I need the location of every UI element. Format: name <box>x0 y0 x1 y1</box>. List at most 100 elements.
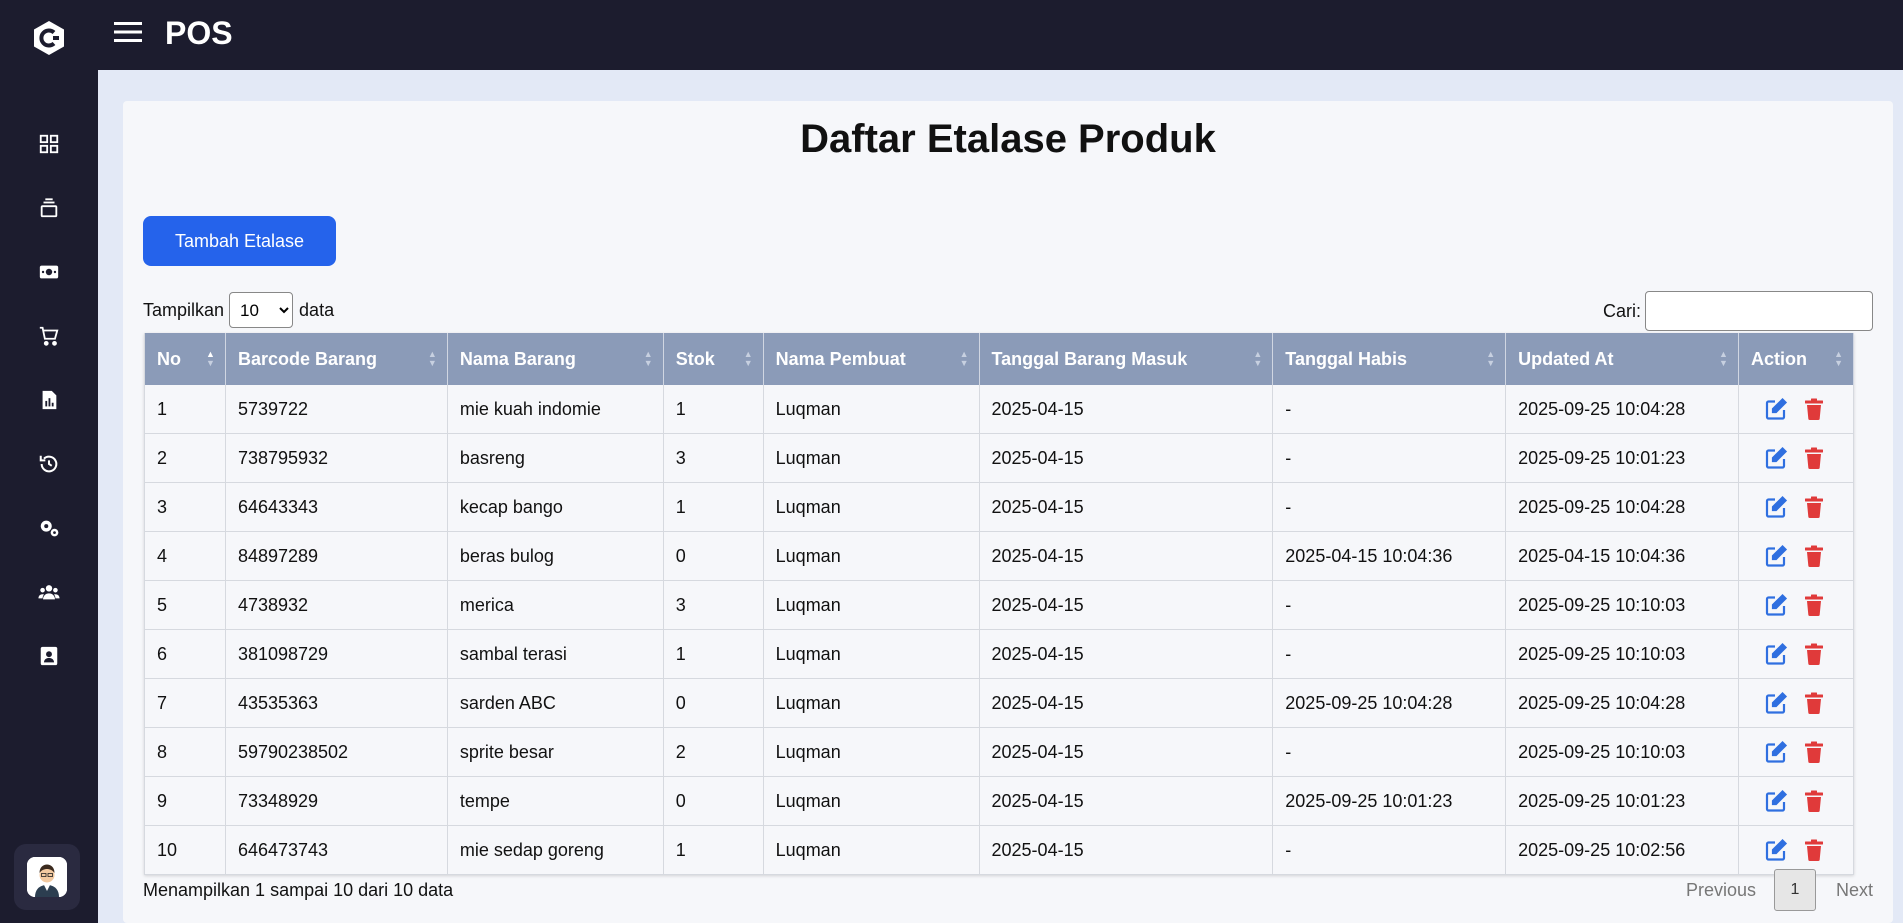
column-header-label: No <box>157 348 181 369</box>
table-row: 3 64643343 kecap bango 1 Luqman 2025-04-15-20… <box>144 482 1855 532</box>
table-cell: 2025-09-25 10:04:28 <box>1272 678 1507 728</box>
table-cell: - <box>1272 825 1507 875</box>
history-icon[interactable] <box>35 450 63 478</box>
table-cell: 3 <box>663 433 764 483</box>
topbar: POS <box>98 0 1903 70</box>
table-header-row: No ▲ ▼ Barcode Barang ▲ ▼ Nama Barang ▲ ▼ Stok ▲ ▼ N… <box>144 333 1855 385</box>
table-cell: 2025-04-15 <box>979 825 1274 875</box>
column-header-label: Tanggal Barang Masuk <box>991 348 1188 369</box>
add-etalase-button[interactable]: Tambah Etalase <box>143 216 336 266</box>
dashboard-icon[interactable] <box>35 130 63 158</box>
page-title: Daftar Etalase Produk <box>800 117 1216 161</box>
column-header[interactable]: Nama Barang ▲ ▼ <box>447 333 664 385</box>
edit-icon[interactable] <box>1764 593 1788 617</box>
edit-icon[interactable] <box>1764 544 1788 568</box>
table-cell: Luqman <box>763 727 980 777</box>
settings-icon[interactable] <box>35 514 63 542</box>
column-header[interactable]: Barcode Barang ▲ ▼ <box>225 333 448 385</box>
action-cell <box>1738 433 1855 483</box>
delete-icon[interactable] <box>1802 593 1826 617</box>
column-header-label: Tanggal Habis <box>1285 348 1407 369</box>
column-header[interactable]: No ▲ ▼ <box>144 333 226 385</box>
column-header[interactable]: Stok ▲ ▼ <box>663 333 764 385</box>
delete-icon[interactable] <box>1802 838 1826 862</box>
search-input[interactable] <box>1645 291 1873 331</box>
table-row: 10 646473743 mie sedap goreng 1 Luqman 2025-0… <box>144 825 1855 875</box>
table-cell: 1 <box>663 482 764 532</box>
table-cell: - <box>1272 433 1507 483</box>
delete-icon[interactable] <box>1802 397 1826 421</box>
column-header[interactable]: Tanggal Barang Masuk ▲ ▼ <box>979 333 1274 385</box>
table-cell: 3 <box>144 482 226 532</box>
table-cell: 2025-04-15 10:04:36 <box>1272 531 1507 581</box>
users-icon[interactable] <box>35 578 63 606</box>
edit-icon[interactable] <box>1764 495 1788 519</box>
table-cell: 0 <box>663 531 764 581</box>
delete-icon[interactable] <box>1802 446 1826 470</box>
edit-icon[interactable] <box>1764 740 1788 764</box>
contact-icon[interactable] <box>35 642 63 670</box>
table-row: 7 43535363 sarden ABC 0 Luqman 2025-04-15 2025… <box>144 678 1855 728</box>
delete-icon[interactable] <box>1802 789 1826 813</box>
delete-icon[interactable] <box>1802 691 1826 715</box>
table-row: 5 4738932 merica 3 Luqman 2025-04-15-2025-09-… <box>144 580 1855 630</box>
table-cell: 1 <box>663 385 764 434</box>
table-cell: 5739722 <box>225 385 448 434</box>
table-cell: Luqman <box>763 776 980 826</box>
cart-icon[interactable] <box>35 322 63 350</box>
report-icon[interactable] <box>35 386 63 414</box>
table-cell: Luqman <box>763 531 980 581</box>
table-cell: - <box>1272 385 1507 434</box>
hamburger-menu-icon[interactable] <box>114 20 142 44</box>
table-cell: 8 <box>144 727 226 777</box>
table-cell: 2025-09-25 10:01:23 <box>1505 433 1739 483</box>
table-cell: basreng <box>447 433 664 483</box>
edit-icon[interactable] <box>1764 789 1788 813</box>
column-header[interactable]: Updated At ▲ ▼ <box>1505 333 1739 385</box>
table-cell: 4 <box>144 531 226 581</box>
column-header[interactable]: Tanggal Habis ▲ ▼ <box>1272 333 1507 385</box>
column-header[interactable]: Nama Pembuat ▲ ▼ <box>763 333 980 385</box>
delete-icon[interactable] <box>1802 544 1826 568</box>
action-cell <box>1738 580 1855 630</box>
table-cell: - <box>1272 482 1507 532</box>
action-cell <box>1738 727 1855 777</box>
table-row: 8 59790238502 sprite besar 2 Luqman 2025-04-1… <box>144 727 1855 777</box>
edit-icon[interactable] <box>1764 397 1788 421</box>
sort-icon: ▲ ▼ <box>1486 349 1496 368</box>
edit-icon[interactable] <box>1764 691 1788 715</box>
next-button[interactable]: Next <box>1836 880 1873 901</box>
delete-icon[interactable] <box>1802 495 1826 519</box>
app-title: POS <box>165 15 233 51</box>
money-icon[interactable] <box>35 258 63 286</box>
user-avatar-button[interactable] <box>14 844 80 910</box>
sort-icon: ▲ ▼ <box>959 349 969 368</box>
page-length-select[interactable]: 10 <box>229 292 294 328</box>
edit-icon[interactable] <box>1764 446 1788 470</box>
sort-icon: ▲ ▼ <box>1834 349 1843 368</box>
column-header[interactable]: Action ▲ ▼ <box>1738 333 1855 385</box>
column-header-label: Nama Pembuat <box>775 348 906 369</box>
search-control: Cari: <box>1603 291 1873 331</box>
sidebar <box>0 0 98 923</box>
table-cell: 1 <box>663 629 764 679</box>
layers-icon[interactable] <box>35 194 63 222</box>
table-cell: 2 <box>663 727 764 777</box>
table-cell: 381098729 <box>225 629 448 679</box>
edit-icon[interactable] <box>1764 838 1788 862</box>
edit-icon[interactable] <box>1764 642 1788 666</box>
delete-icon[interactable] <box>1802 642 1826 666</box>
table-cell: 9 <box>144 776 226 826</box>
table-cell: tempe <box>447 776 664 826</box>
table-cell: 7 <box>144 678 226 728</box>
page-1-button[interactable]: 1 <box>1773 869 1816 911</box>
main-card: Daftar Etalase Produk Tambah Etalase Tam… <box>123 101 1893 923</box>
length-prefix-label: Tampilkan <box>143 299 225 320</box>
table-cell: 43535363 <box>225 678 448 728</box>
app-logo-icon[interactable] <box>31 20 67 56</box>
table-cell: 64643343 <box>225 482 448 532</box>
previous-button[interactable]: Previous <box>1686 880 1756 901</box>
search-label: Cari: <box>1602 300 1641 321</box>
delete-icon[interactable] <box>1802 740 1826 764</box>
column-header-label: Barcode Barang <box>237 348 377 369</box>
